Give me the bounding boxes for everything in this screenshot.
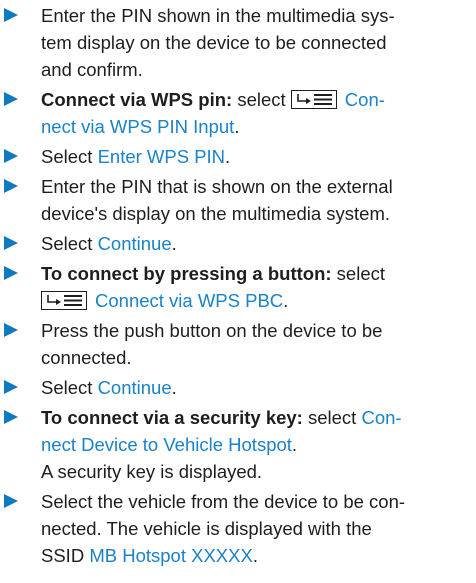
menu-item-reference: Continue (97, 233, 172, 254)
step-text: . (283, 290, 289, 311)
step-item: Connect via WPS pin: select Con-nect via… (0, 86, 476, 140)
step-text: Select the vehicle from the device to be… (41, 491, 406, 512)
step-line: and confirm. (41, 56, 470, 83)
menu-item-reference: nect Device to Vehicle Hotspot (41, 434, 292, 455)
step-item: To connect by pressing a button: select C… (0, 260, 476, 314)
step-line: SSID MB Hotspot XXXXX. (41, 542, 470, 569)
step-line: device's display on the multimedia syste… (41, 200, 470, 227)
step-line: nect via WPS PIN Input. (41, 113, 470, 140)
step-line: nect Device to Vehicle Hotspot. (41, 431, 470, 458)
step-text: select (302, 407, 362, 428)
step-line: connected. (41, 344, 470, 371)
step-text: . (171, 377, 177, 398)
step-item: Select Continue. (0, 230, 476, 257)
step-item: Enter the PIN shown in the multimedia sy… (0, 2, 476, 83)
step-text: tem display on the device to be connecte… (41, 32, 387, 53)
step-arrow-icon (4, 149, 18, 163)
menu-item-reference: nect via WPS PIN Input (41, 116, 235, 137)
step-text: nected. The vehicle is displayed with th… (41, 518, 372, 539)
step-line: tem display on the device to be connecte… (41, 29, 470, 56)
step-arrow-icon (4, 266, 18, 280)
step-line: Enter the PIN shown in the multimedia sy… (41, 2, 470, 29)
menu-item-reference: Con- (344, 89, 385, 110)
step-arrow-icon (4, 410, 18, 424)
step-item: Select Enter WPS PIN. (0, 143, 476, 170)
menu-item-reference: Con- (361, 407, 402, 428)
step-line: Press the push button on the device to b… (41, 317, 470, 344)
instruction-list: Enter the PIN shown in the multimedia sy… (0, 0, 476, 569)
step-line: To connect via a security key: select Co… (41, 404, 470, 431)
step-line: Enter the PIN that is shown on the exter… (41, 173, 470, 200)
step-lead-label: Connect via WPS pin: (41, 89, 233, 110)
step-item: To connect via a security key: select Co… (0, 404, 476, 485)
step-arrow-icon (4, 179, 18, 193)
step-text: select (331, 263, 385, 284)
step-item: Enter the PIN that is shown on the exter… (0, 173, 476, 227)
menu-icon (41, 291, 87, 310)
menu-item-reference: Enter WPS PIN (97, 146, 226, 167)
step-line: Select the vehicle from the device to be… (41, 488, 470, 515)
step-text: and confirm. (41, 59, 143, 80)
step-text: . (171, 233, 177, 254)
step-arrow-icon (4, 323, 18, 337)
step-arrow-icon (4, 92, 18, 106)
step-text: connected. (41, 347, 132, 368)
step-arrow-icon (4, 494, 18, 508)
step-text: . (234, 116, 240, 137)
step-text: . (291, 434, 298, 455)
step-text: select (232, 89, 291, 110)
step-line: A security key is displayed. (41, 458, 470, 485)
step-arrow-icon (4, 8, 18, 22)
step-arrow-icon (4, 236, 18, 250)
step-text: . (225, 146, 231, 167)
step-item: Select Continue. (0, 374, 476, 401)
step-text: Select (41, 377, 98, 398)
menu-item-reference: Continue (97, 377, 172, 398)
step-line: Select Continue. (41, 230, 470, 257)
step-text: Enter the PIN that is shown on the exter… (41, 176, 393, 197)
step-arrow-icon (4, 380, 18, 394)
step-item: Press the push button on the device to b… (0, 317, 476, 371)
menu-item-reference: Connect via WPS PBC (95, 290, 284, 311)
step-text: Enter the PIN shown in the multimedia sy… (41, 5, 395, 26)
menu-item-reference: MB Hotspot XXXXX (89, 545, 253, 566)
step-line: To connect by pressing a button: select (41, 260, 470, 287)
step-text: Select (41, 233, 98, 254)
step-text: A security key is displayed. (41, 461, 263, 482)
menu-icon (290, 90, 337, 109)
step-text: . (252, 545, 258, 566)
step-line: Connect via WPS PBC. (41, 287, 470, 314)
step-lead-label: To connect via a security key: (41, 407, 303, 428)
step-line: Select Enter WPS PIN. (41, 143, 470, 170)
step-line: nected. The vehicle is displayed with th… (41, 515, 470, 542)
step-text: Press the push button on the device to b… (41, 320, 383, 341)
step-text: SSID (41, 545, 90, 566)
step-text: Select (41, 146, 98, 167)
step-text: device's display on the multimedia syste… (41, 203, 391, 224)
step-line: Connect via WPS pin: select Con- (41, 86, 470, 113)
step-line: Select Continue. (41, 374, 470, 401)
step-lead-label: To connect by pressing a button: (41, 263, 332, 284)
step-item: Select the vehicle from the device to be… (0, 488, 476, 569)
